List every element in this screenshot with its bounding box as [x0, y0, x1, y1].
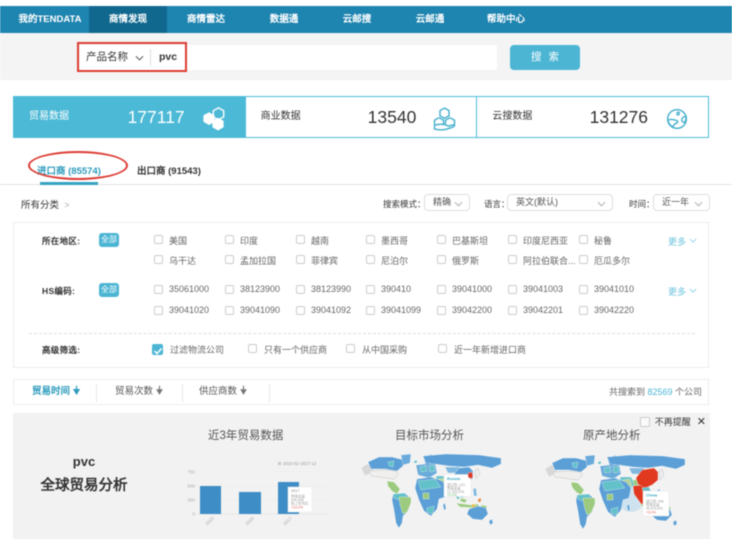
svg-text:750: 750 [187, 470, 195, 475]
svg-text:0: 0 [192, 512, 195, 517]
svg-text:2017: 2017 [291, 489, 299, 493]
svg-text:250: 250 [187, 498, 195, 503]
svg-text:Russia: Russia [447, 476, 461, 481]
svg-text:China: China [646, 493, 658, 498]
svg-text:2015-01~2017-12: 2015-01~2017-12 [283, 461, 317, 466]
svg-text:500: 500 [187, 484, 195, 489]
svg-text:2017: 2017 [282, 515, 293, 526]
svg-text:2015: 2015 [204, 515, 215, 526]
svg-text:+13.2%: +13.2% [291, 506, 303, 510]
svg-text:2016: 2016 [244, 515, 255, 526]
svg-text:+5.2%: +5.2% [646, 511, 656, 515]
svg-text:+2.1%: +2.1% [447, 493, 457, 497]
